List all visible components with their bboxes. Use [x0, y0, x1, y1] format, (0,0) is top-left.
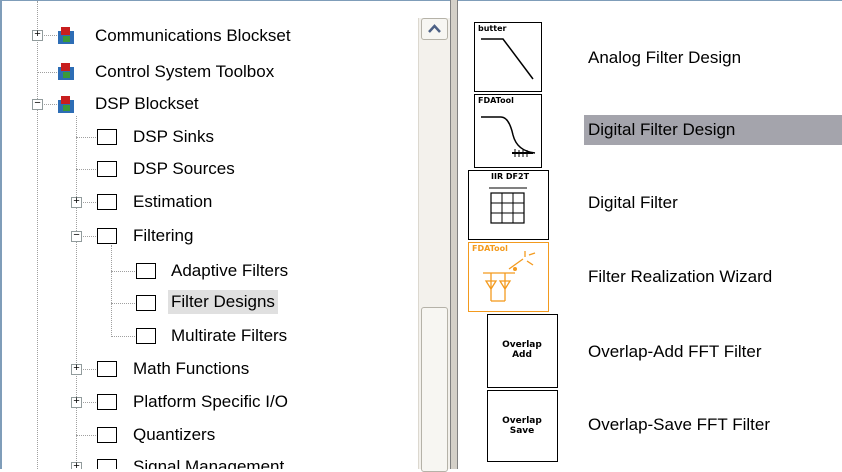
toolbox-icon [58, 63, 74, 80]
tree-branch-line [111, 303, 135, 304]
expand-icon[interactable]: + [71, 364, 82, 375]
library-icon [97, 459, 117, 469]
tree-branch-line [83, 369, 96, 370]
tree-item-communications-blockset[interactable]: Communications Blockset [92, 24, 294, 48]
collapse-icon[interactable]: − [71, 231, 82, 242]
overlap-add-block-icon[interactable]: Overlap Add [487, 314, 558, 388]
expand-icon[interactable]: + [71, 462, 82, 469]
library-icon [97, 129, 117, 145]
tree-guide-line [37, 101, 38, 469]
tree-item-filter-designs[interactable]: Filter Designs [168, 290, 278, 314]
filter-response-icon [481, 116, 536, 157]
library-tree[interactable]: + Communications Blockset Control System… [0, 1, 418, 469]
block-label-digital-filter-design[interactable]: Digital Filter Design [584, 115, 842, 145]
expand-icon[interactable]: + [32, 30, 43, 41]
tree-item-quantizers[interactable]: Quantizers [130, 423, 218, 447]
tree-item-filtering[interactable]: Filtering [130, 224, 196, 248]
tree-item-adaptive-filters[interactable]: Adaptive Filters [168, 259, 291, 283]
pane-splitter[interactable] [450, 0, 458, 469]
overlap-save-block-icon[interactable]: Overlap Save [487, 390, 558, 462]
block-label-overlap-save-fft-filter[interactable]: Overlap-Save FFT Filter [588, 410, 770, 440]
tree-item-math-functions[interactable]: Math Functions [130, 357, 252, 381]
tree-item-control-system-toolbox[interactable]: Control System Toolbox [92, 60, 277, 84]
tree-guide-line [111, 245, 112, 337]
expand-icon[interactable]: + [71, 397, 82, 408]
toolbox-icon [58, 27, 74, 44]
tree-branch-line [76, 169, 96, 170]
chevron-up-icon [428, 24, 441, 33]
tree-branch-line [83, 402, 96, 403]
tree-guide-line [37, 1, 38, 105]
block-label-digital-filter[interactable]: Digital Filter [588, 188, 678, 218]
lowpass-curve-icon [481, 38, 534, 80]
library-icon [97, 427, 117, 443]
tree-branch-line [111, 271, 135, 272]
tree-branch-line [44, 104, 57, 105]
collapse-icon[interactable]: − [32, 99, 43, 110]
tree-scrollbar[interactable] [418, 18, 451, 472]
tree-item-dsp-blockset[interactable]: DSP Blockset [92, 92, 202, 116]
tree-left-border [0, 1, 2, 469]
tree-branch-line [111, 336, 135, 337]
library-icon [136, 263, 156, 279]
block-icon-caption: Overlap Save [502, 416, 542, 436]
block-label-overlap-add-fft-filter[interactable]: Overlap-Add FFT Filter [588, 337, 762, 367]
filter-realization-wizard-block-icon[interactable]: FDATool [468, 242, 549, 312]
tree-branch-line [83, 202, 96, 203]
tree-branch-line [76, 137, 96, 138]
library-icon [97, 161, 117, 177]
tree-branch-line [83, 236, 96, 237]
scroll-thumb[interactable] [421, 307, 448, 472]
filter-table-icon [489, 187, 527, 224]
scroll-up-button[interactable] [421, 18, 448, 40]
block-label-filter-realization-wizard[interactable]: Filter Realization Wizard [588, 262, 772, 292]
library-icon [97, 394, 117, 410]
library-icon [97, 228, 117, 244]
library-icon [97, 361, 117, 377]
digital-filter-design-block-icon[interactable]: FDATool [474, 94, 542, 168]
expand-icon[interactable]: + [71, 197, 82, 208]
analog-filter-design-block-icon[interactable]: butter [474, 22, 542, 92]
toolbox-icon [58, 96, 74, 113]
digital-filter-block-icon[interactable]: IIR DF2T [468, 170, 549, 240]
block-list[interactable]: butter Analog Filter Design FDATool Digi… [458, 1, 842, 469]
tree-item-estimation[interactable]: Estimation [130, 190, 215, 214]
block-icon-caption: Overlap Add [502, 340, 542, 360]
tree-branch-line [76, 435, 96, 436]
block-label-analog-filter-design[interactable]: Analog Filter Design [588, 43, 741, 73]
library-icon [136, 295, 156, 311]
library-icon [97, 194, 117, 210]
tree-branch-line [37, 72, 57, 73]
tree-item-dsp-sources[interactable]: DSP Sources [130, 157, 238, 181]
tree-item-dsp-sinks[interactable]: DSP Sinks [130, 125, 217, 149]
tree-item-platform-specific-io[interactable]: Platform Specific I/O [130, 390, 291, 414]
magic-wand-icon [483, 251, 536, 302]
tree-item-signal-management[interactable]: Signal Management [130, 455, 287, 469]
tree-item-multirate-filters[interactable]: Multirate Filters [168, 324, 290, 348]
library-icon [136, 328, 156, 344]
